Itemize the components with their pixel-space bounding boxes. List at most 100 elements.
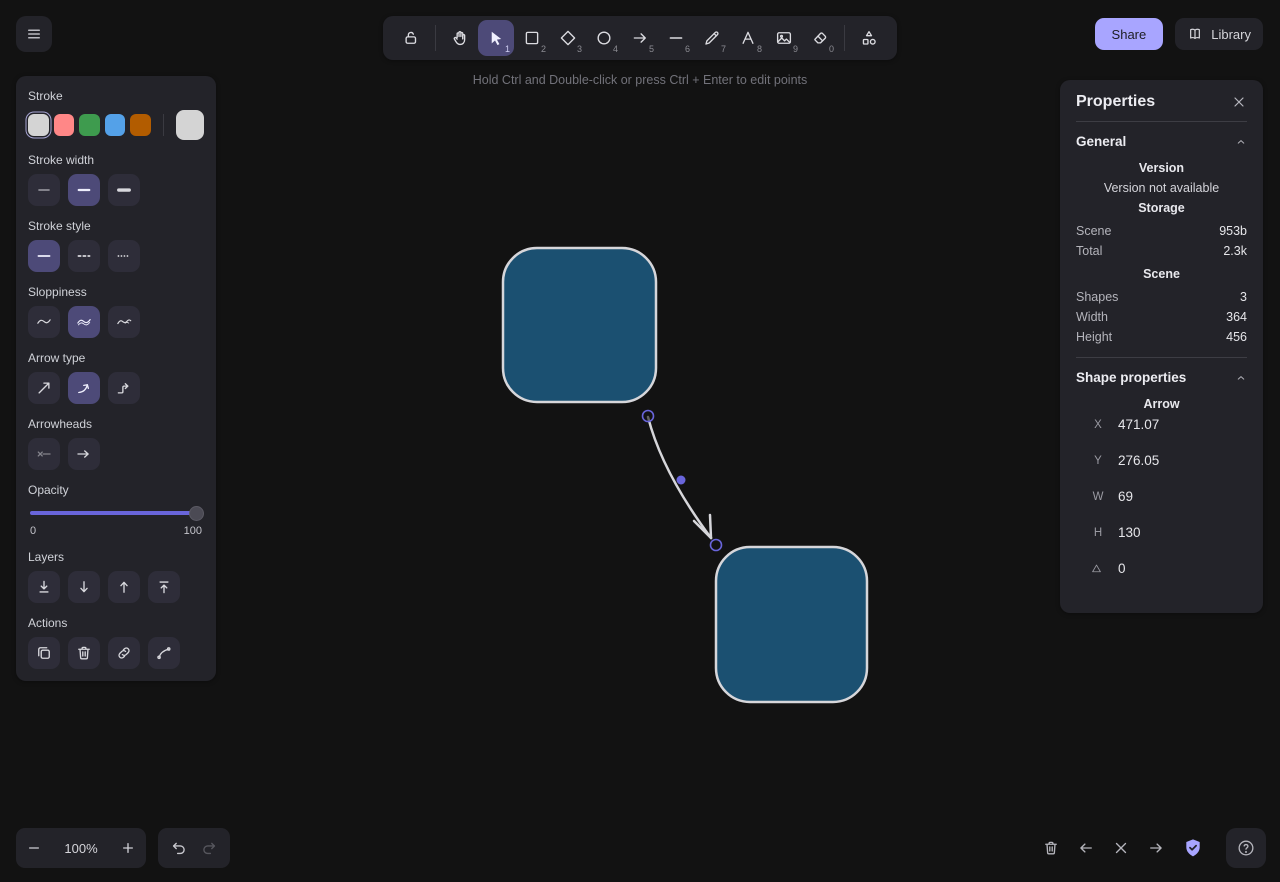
arrow-midpoint-handle[interactable]	[677, 476, 686, 485]
section-heading-general[interactable]: General	[1076, 128, 1247, 155]
arrow-left-icon	[1077, 839, 1095, 857]
zoom-level[interactable]: 100%	[52, 841, 110, 856]
actions-delete[interactable]	[68, 637, 100, 669]
sloppiness-artist[interactable]	[68, 306, 100, 338]
trash-icon	[1042, 839, 1060, 857]
tool-draw[interactable]: 7	[694, 20, 730, 56]
actions-edit-line[interactable]	[148, 637, 180, 669]
stroke-width-thin[interactable]	[28, 174, 60, 206]
cancel-button[interactable]	[1112, 839, 1130, 857]
tool-hand[interactable]	[442, 20, 478, 56]
opacity-scale: 0 100	[28, 525, 204, 537]
opacity-slider-track	[30, 511, 202, 515]
section-title: General	[1076, 134, 1126, 149]
tool-ellipse[interactable]: 4	[586, 20, 622, 56]
previous-button[interactable]	[1077, 839, 1095, 857]
layers-bring-forward[interactable]	[108, 571, 140, 603]
layers-bring-to-front[interactable]	[148, 571, 180, 603]
stroke-width-options	[28, 174, 204, 206]
stat-h[interactable]: H130	[1090, 525, 1247, 540]
sloppiness-architect[interactable]	[28, 306, 60, 338]
current-stroke-color[interactable]	[176, 110, 204, 140]
tool-text[interactable]: 8	[730, 20, 766, 56]
stroke-width-bold[interactable]	[68, 174, 100, 206]
arrowhead-barb	[710, 515, 711, 538]
tool-more-shapes[interactable]	[851, 20, 887, 56]
stroke-style-solid[interactable]	[28, 240, 60, 272]
layers-send-backward[interactable]	[68, 571, 100, 603]
stroke-color-swatch[interactable]	[105, 114, 126, 136]
tool-shortcut: 4	[613, 44, 618, 54]
tool-rectangle[interactable]: 2	[514, 20, 550, 56]
tool-line[interactable]: 6	[658, 20, 694, 56]
arrowheads-start-none[interactable]	[28, 438, 60, 470]
help-button[interactable]	[1226, 828, 1266, 868]
arrow-endpoint-handle[interactable]	[711, 540, 722, 551]
actions-duplicate[interactable]	[28, 637, 60, 669]
opacity-slider-thumb[interactable]	[189, 506, 204, 521]
stroke-width-section: Stroke width	[28, 153, 204, 206]
l-front-icon	[155, 578, 173, 596]
zoom-out-button[interactable]	[16, 828, 52, 868]
book-icon	[1187, 26, 1203, 42]
sl-architect-icon	[35, 313, 53, 331]
stroke-style-dashed[interactable]	[68, 240, 100, 272]
arrow-type-elbow[interactable]	[108, 372, 140, 404]
stroke-color-swatch[interactable]	[28, 114, 49, 136]
actions-create-link[interactable]	[108, 637, 140, 669]
main-menu-button[interactable]	[16, 16, 52, 52]
stat-y[interactable]: Y276.05	[1090, 453, 1247, 468]
stat-angle[interactable]: 0	[1090, 561, 1247, 576]
canvas-rectangle[interactable]	[716, 547, 867, 702]
subsection-title-arrow: Arrow	[1076, 397, 1247, 411]
stroke-style-dotted[interactable]	[108, 240, 140, 272]
section-heading-shape-properties[interactable]: Shape properties	[1076, 364, 1247, 391]
stat-value[interactable]: 471.07	[1118, 417, 1159, 432]
canvas-rectangle[interactable]	[503, 248, 656, 402]
undo-button[interactable]	[170, 839, 188, 857]
sloppiness-cartoonist[interactable]	[108, 306, 140, 338]
arrow-type-curved[interactable]	[68, 372, 100, 404]
tool-image[interactable]: 9	[766, 20, 802, 56]
stat-value[interactable]: 69	[1118, 489, 1133, 504]
stroke-width-extra-bold[interactable]	[108, 174, 140, 206]
s-dashed-icon	[75, 247, 93, 265]
topright-actions: Share Library	[1095, 18, 1263, 50]
opacity-slider[interactable]	[30, 506, 202, 520]
redo-button[interactable]	[200, 839, 218, 857]
text-icon	[739, 29, 757, 47]
stroke-color-swatch[interactable]	[130, 114, 151, 136]
link-icon	[115, 644, 133, 662]
arrow-right-icon	[1147, 839, 1165, 857]
prop-label: Height	[1076, 327, 1112, 347]
close-properties-button[interactable]	[1231, 94, 1247, 110]
tool-arrow[interactable]: 5	[622, 20, 658, 56]
tool-shortcut: 0	[829, 44, 834, 54]
sloppiness-label: Sloppiness	[28, 285, 204, 299]
tool-selection[interactable]: 1	[478, 20, 514, 56]
stroke-swatches	[28, 110, 204, 140]
tool-diamond[interactable]: 3	[550, 20, 586, 56]
stroke-style-label: Stroke style	[28, 219, 204, 233]
layers-options	[28, 571, 204, 603]
delete-button[interactable]	[1042, 839, 1060, 857]
stroke-color-swatch[interactable]	[79, 114, 100, 136]
layers-send-to-back[interactable]	[28, 571, 60, 603]
tool-eraser[interactable]: 0	[802, 20, 838, 56]
prop-label: Shapes	[1076, 287, 1118, 307]
stat-value[interactable]: 276.05	[1118, 453, 1159, 468]
zoom-in-button[interactable]	[110, 828, 146, 868]
tool-lock[interactable]	[393, 20, 429, 56]
stat-w[interactable]: W69	[1090, 489, 1247, 504]
redo-icon	[200, 839, 218, 857]
stat-value[interactable]: 130	[1118, 525, 1141, 540]
arrow-type-straight[interactable]	[28, 372, 60, 404]
next-button[interactable]	[1147, 839, 1165, 857]
stat-x[interactable]: X471.07	[1090, 417, 1247, 432]
share-button[interactable]: Share	[1095, 18, 1164, 50]
arrow-endpoint-handle[interactable]	[643, 411, 654, 422]
library-button[interactable]: Library	[1175, 18, 1263, 50]
arrowheads-end-arrow[interactable]	[68, 438, 100, 470]
stroke-color-swatch[interactable]	[54, 114, 75, 136]
stat-value[interactable]: 0	[1118, 561, 1126, 576]
